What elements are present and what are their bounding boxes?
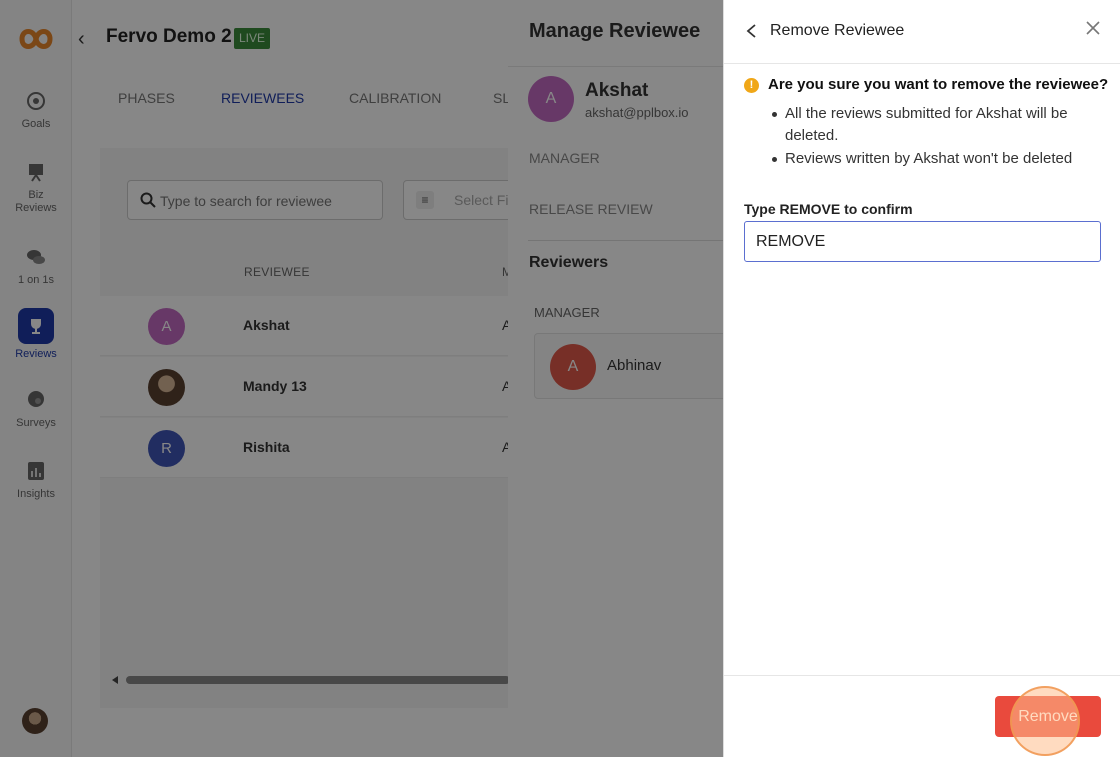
confirm-label: Type REMOVE to confirm — [744, 201, 913, 217]
warning-bullet: All the reviews submitted for Akshat wil… — [772, 103, 1102, 147]
close-icon[interactable] — [1084, 19, 1102, 37]
warning-list: All the reviews submitted for Akshat wil… — [772, 103, 1102, 171]
drawer-title: Remove Reviewee — [770, 22, 905, 39]
warning-question: Are you sure you want to remove the revi… — [768, 76, 1109, 93]
divider — [724, 63, 1120, 64]
warning-icon: ! — [744, 78, 759, 93]
divider — [724, 675, 1120, 676]
remove-reviewee-drawer: Remove Reviewee ! Are you sure you want … — [723, 0, 1120, 757]
back-arrow-icon[interactable] — [744, 20, 760, 42]
modal-overlay[interactable] — [0, 0, 723, 757]
confirm-input[interactable] — [744, 221, 1101, 262]
remove-button[interactable]: Remove — [995, 696, 1101, 737]
warning-bullet: Reviews written by Akshat won't be delet… — [772, 148, 1102, 170]
